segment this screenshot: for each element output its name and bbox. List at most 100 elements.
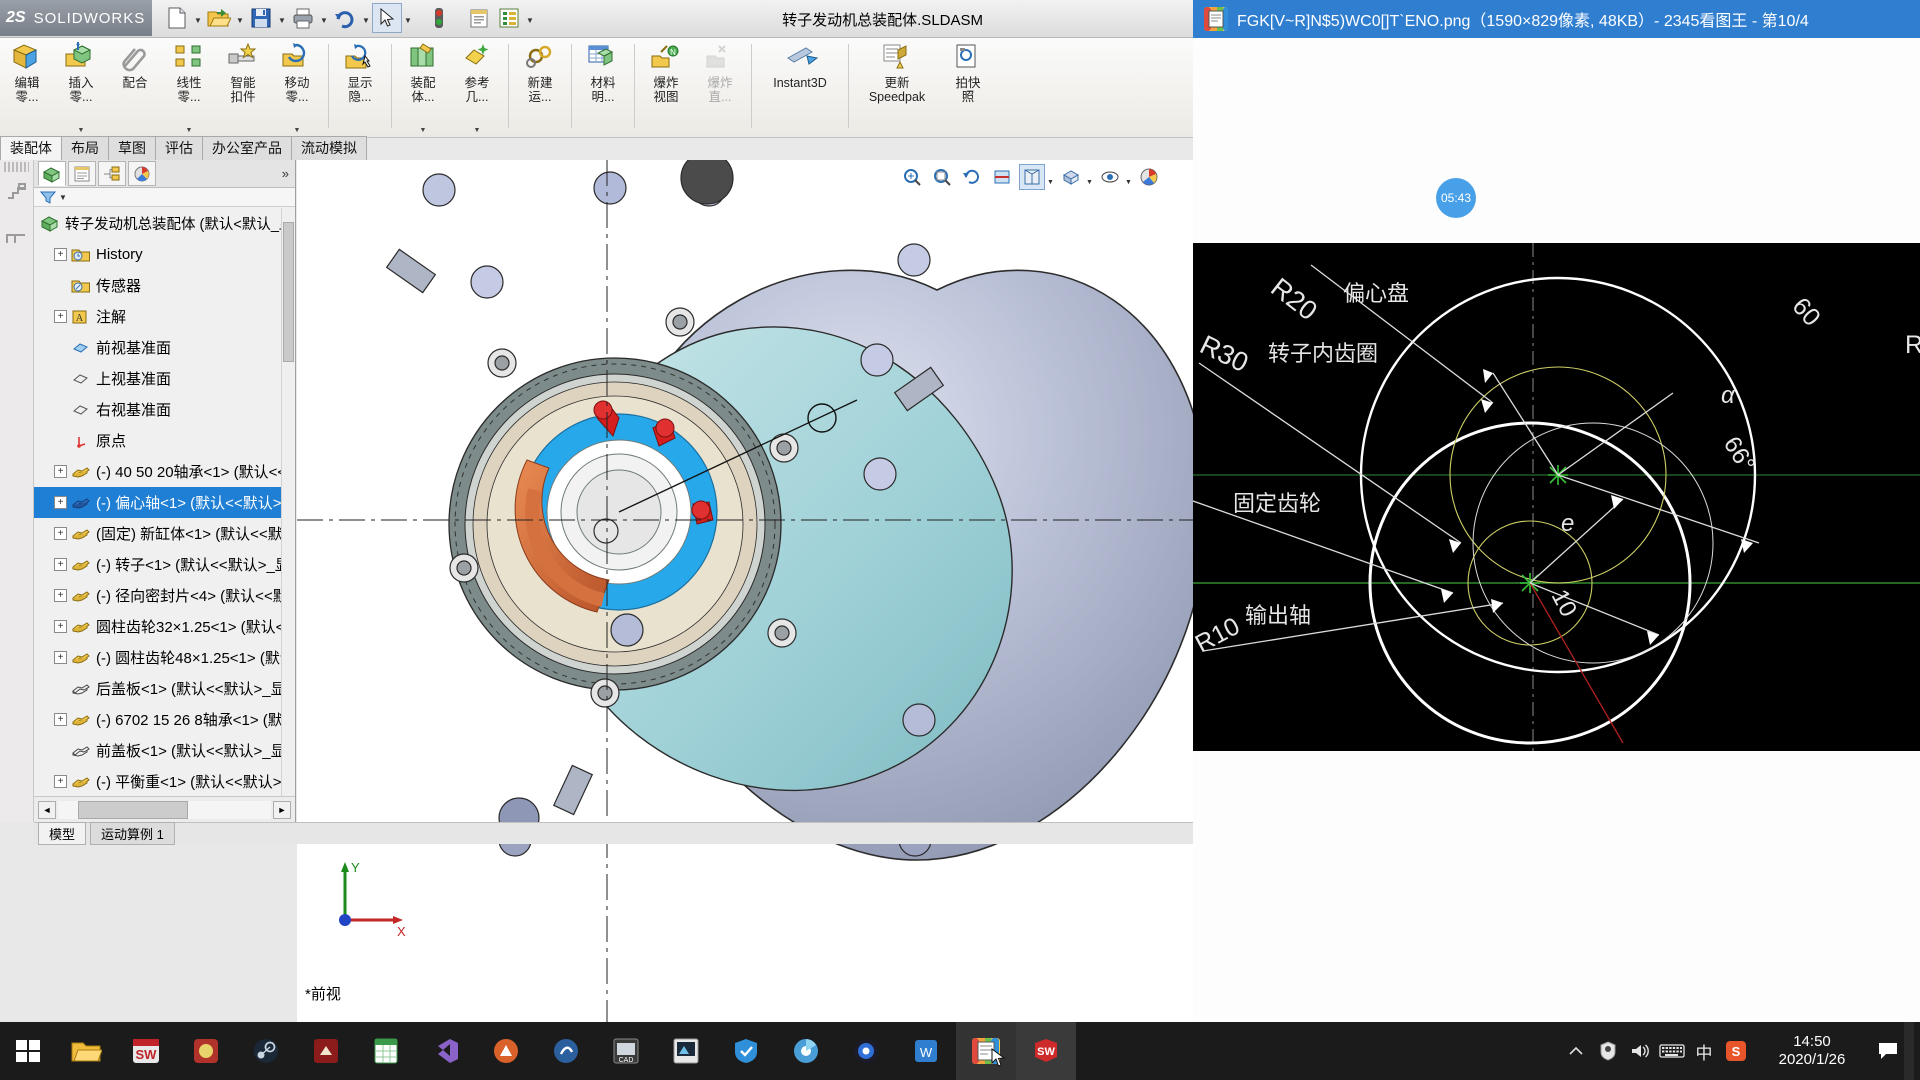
expand-toggle[interactable]: + [54,465,67,478]
tree-root-assembly[interactable]: 转子发动机总装配体 (默认<默认_显示状态-1>) [34,208,295,239]
sogou-input-icon[interactable]: S [1720,1022,1752,1080]
section-view-icon[interactable] [989,164,1015,190]
tree-item-eccentric-shaft[interactable]: + (-) 偏心轴<1> (默认<<默认>_显 [34,487,295,518]
view-orientation-icon[interactable] [1019,164,1045,190]
filter-dropdown-caret[interactable]: ▼ [59,193,67,202]
chevron-down-icon[interactable]: ▼ [186,127,193,134]
taskbar-clock[interactable]: 14:50 2020/1/26 [1752,1033,1872,1069]
expand-toggle[interactable]: + [54,496,67,509]
zoom-to-fit-icon[interactable] [899,164,925,190]
tree-item-sensors[interactable]: 传感器 [34,270,295,301]
expand-toggle[interactable]: + [54,527,67,540]
tree-item-top-plane[interactable]: 上视基准面 [34,363,295,394]
taskbar-cad-app[interactable]: CAD [596,1022,656,1080]
ribbon-button-new-motion-study[interactable]: 新建 运... [513,38,567,136]
ribbon-button-assembly-features[interactable]: 装配 体... ▼ [396,38,450,136]
scrollbar-thumb[interactable] [283,222,294,362]
ribbon-button-edit-part[interactable]: 编辑 零... [0,38,54,136]
image-viewer-canvas[interactable]: R20 偏心盘 R30 转子内齿圈 固定齿轮 输出轴 R10 60 R α 66… [1193,243,1920,751]
chevron-down-icon[interactable]: ▼ [420,127,427,134]
action-center-icon[interactable] [1872,1022,1904,1080]
taskbar-wps-writer[interactable]: W [896,1022,956,1080]
new-document-dropdown-caret[interactable]: ▼ [192,3,204,33]
ribbon-button-show-hide[interactable]: 显示 隐... [333,38,387,136]
rebuild-icon[interactable] [424,3,454,33]
chevron-down-icon[interactable]: ▼ [294,127,301,134]
tab-layout[interactable]: 布局 [61,136,109,160]
taskbar-shield-app[interactable] [716,1022,776,1080]
expand-toggle[interactable]: + [54,310,67,323]
hide-show-items-caret[interactable]: ▼ [1125,164,1134,190]
hscroll-thumb[interactable] [78,800,188,819]
ribbon-button-move-component[interactable]: 移动 零... ▼ [270,38,324,136]
feature-tree-horizontal-scroll[interactable]: ◄ ► [34,796,295,822]
previous-view-icon[interactable] [959,164,985,190]
tree-item-front-cover[interactable]: 前盖板<1> (默认<<默认>_显示 [34,735,295,766]
security-shield-icon[interactable] [1592,1022,1624,1080]
chevron-down-icon[interactable]: ▼ [474,127,481,134]
doc-tab-model[interactable]: 模型 [38,822,87,845]
chevron-down-icon[interactable]: ▼ [78,127,85,134]
ribbon-button-update-speedpak[interactable]: 更新 Speedpak [853,38,941,136]
volume-icon[interactable] [1624,1022,1656,1080]
zoom-to-area-icon[interactable] [929,164,955,190]
new-document-icon[interactable] [162,3,192,33]
graphics-area[interactable]: Y X ▼ ▼ ▼ *前视 [297,160,1193,1022]
show-desktop-button[interactable] [1904,1022,1914,1080]
display-manager-tab[interactable] [128,161,156,186]
ribbon-button-mate[interactable]: 配合 [108,38,162,136]
ribbon-button-smart-fastener[interactable]: 智能 扣件 [216,38,270,136]
tab-sketch[interactable]: 草图 [108,136,156,160]
tree-item-right-plane[interactable]: 右视基准面 [34,394,295,425]
expand-toggle[interactable]: + [54,558,67,571]
tree-item-counterweight[interactable]: + (-) 平衡重<1> (默认<<默认>_显 [34,766,295,796]
save-dropdown-caret[interactable]: ▼ [276,3,288,33]
view-orientation-caret[interactable]: ▼ [1047,164,1056,190]
feature-manager-tab[interactable] [38,161,66,186]
tree-item-origin[interactable]: 原点 [34,425,295,456]
start-button[interactable] [0,1022,56,1080]
toolbar-grip[interactable] [4,162,29,172]
taskbar-qq-browser[interactable] [836,1022,896,1080]
tree-item-front-plane[interactable]: 前视基准面 [34,332,295,363]
expand-toggle[interactable]: + [54,620,67,633]
hide-show-items-icon[interactable] [1097,164,1123,190]
sw-left-icon-1[interactable] [0,174,33,215]
expand-toggle[interactable]: + [54,713,67,726]
expand-toggle[interactable]: + [54,651,67,664]
expand-toggle[interactable]: + [54,248,67,261]
taskbar-cad-app2[interactable] [656,1022,716,1080]
taskbar-blue-app[interactable] [536,1022,596,1080]
image-viewer-title-bar[interactable]: FGK[V~R]N$5)WC0[]T`ENO.png（1590×829像素, 4… [1193,0,1920,38]
tree-item-bearing-40-50-20[interactable]: + (-) 40 50 20轴承<1> (默认<<默 [34,456,295,487]
keyboard-icon[interactable] [1656,1022,1688,1080]
ribbon-button-linear-pattern[interactable]: 线性 零... ▼ [162,38,216,136]
taskbar-app-dark-red[interactable] [296,1022,356,1080]
tab-assembly[interactable]: 装配体 [0,136,62,160]
tree-item-rotor[interactable]: + (-) 转子<1> (默认<<默认>_显示 [34,549,295,580]
taskbar-file-explorer[interactable] [56,1022,116,1080]
taskbar-autodesk[interactable] [476,1022,536,1080]
select-arrow-icon[interactable] [372,3,402,33]
ribbon-button-explode-line-sketch[interactable]: 爆炸 直... [693,38,747,136]
taskbar-wps-spreadsheet[interactable] [356,1022,416,1080]
scroll-left-arrow[interactable]: ◄ [38,800,56,819]
tree-item-new-cylinder-block[interactable]: + (固定) 新缸体<1> (默认<<默认 [34,518,295,549]
show-hidden-icons[interactable] [1560,1022,1592,1080]
ribbon-button-bill-of-materials[interactable]: 材料 明... [576,38,630,136]
doc-tab-motion-study[interactable]: 运动算例 1 [90,822,175,845]
display-style-caret[interactable]: ▼ [1086,164,1095,190]
ime-language-indicator[interactable]: 中 [1688,1022,1720,1080]
feature-tree-filter-row[interactable]: ▼ [34,188,295,207]
configuration-manager-tab[interactable] [98,161,126,186]
undo-icon[interactable] [330,3,360,33]
tab-evaluate[interactable]: 评估 [155,136,203,160]
ribbon-button-exploded-view[interactable]: N 爆炸 视图 [639,38,693,136]
display-style-icon[interactable] [1058,164,1084,190]
print-dropdown-caret[interactable]: ▼ [318,3,330,33]
open-document-dropdown-caret[interactable]: ▼ [234,3,246,33]
taskbar-solidworks[interactable]: SW [1016,1022,1076,1080]
tree-item-annotations[interactable]: + A 注解 [34,301,295,332]
ribbon-button-reference-geometry[interactable]: 参考 几... ▼ [450,38,504,136]
taskbar-solidworks-launcher[interactable]: SW [116,1022,176,1080]
